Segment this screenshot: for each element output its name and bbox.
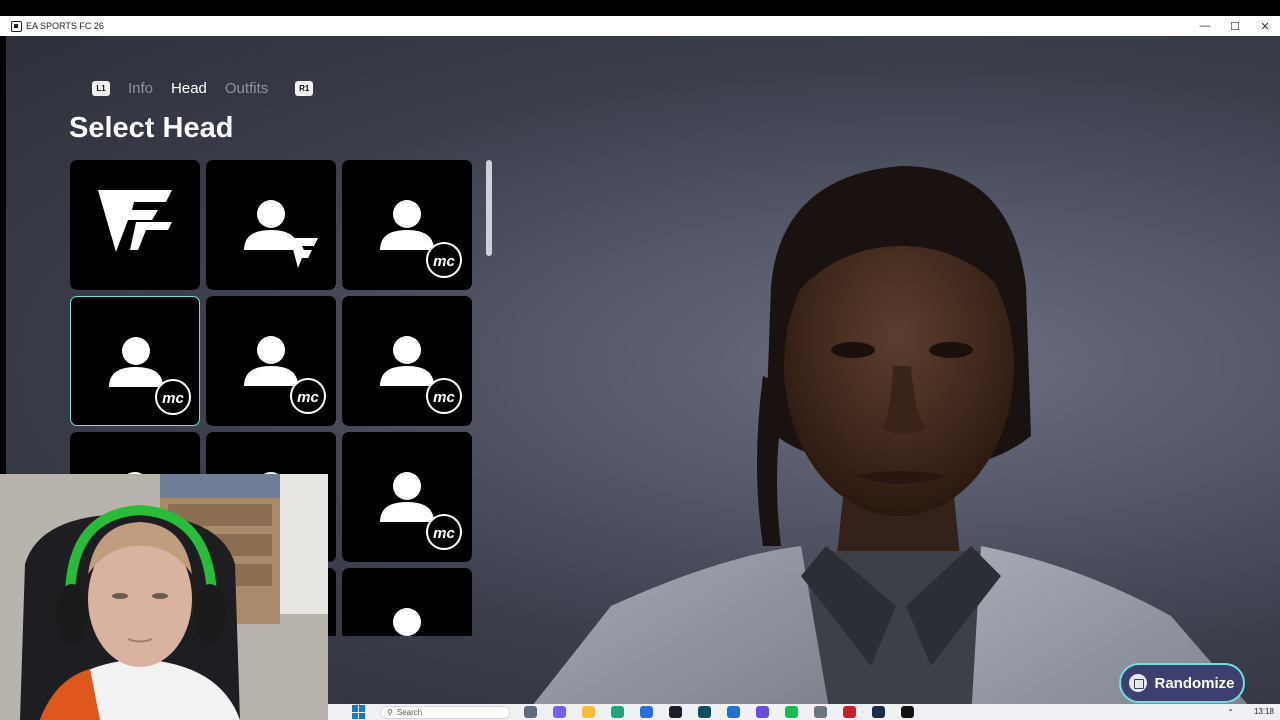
r1-button-hint[interactable]: R1 [295, 81, 314, 96]
head-tile-person-mc-selected[interactable]: mc [70, 296, 200, 426]
system-tray: ⌃ 13:18 [1227, 704, 1274, 720]
svg-text:mc: mc [162, 390, 184, 407]
svg-text:mc: mc [297, 389, 319, 406]
grid-scrollbar[interactable] [486, 160, 492, 256]
fc-logo-icon [98, 190, 172, 252]
minimize-button[interactable]: — [1190, 16, 1220, 36]
tray-chevron-icon[interactable]: ⌃ [1227, 708, 1234, 717]
steam-icon[interactable] [872, 706, 885, 718]
person-icon: mc [244, 336, 326, 414]
tab-outfits[interactable]: Outfits [225, 80, 268, 97]
head-tile-person-mc[interactable]: mc [342, 296, 472, 426]
tab-head[interactable]: Head [171, 80, 207, 97]
task-view-icon[interactable] [524, 706, 537, 718]
app-icon-teal[interactable] [698, 706, 711, 718]
person-icon: mc [380, 200, 462, 278]
ea-app-icon[interactable] [901, 706, 914, 718]
head-tile-person-mc[interactable]: mc [342, 432, 472, 562]
l1-button-hint[interactable]: L1 [92, 81, 110, 96]
person-icon: mc [109, 337, 191, 415]
head-tile-person-mc[interactable]: mc [206, 296, 336, 426]
head-tile-fc-logo[interactable] [70, 160, 200, 290]
window-title-bar[interactable]: EA SPORTS FC 26 — ☐ ✕ [0, 16, 1280, 36]
copilot-icon[interactable] [553, 706, 566, 718]
page-title: Select Head [69, 112, 234, 144]
player-character-preview [521, 166, 1261, 720]
head-tile-person-mc[interactable]: mc [342, 160, 472, 290]
person-icon: mc [380, 336, 462, 414]
svg-text:mc: mc [433, 525, 455, 542]
person-icon [244, 200, 318, 268]
windows-start-icon[interactable] [352, 705, 366, 719]
window-title: EA SPORTS FC 26 [26, 21, 104, 31]
edge-icon[interactable] [611, 706, 624, 718]
windows-taskbar: ⚲ Search ⌃ 13:18 [328, 704, 1280, 720]
svg-text:mc: mc [433, 389, 455, 406]
store-icon[interactable] [640, 706, 653, 718]
taskbar-clock[interactable]: 13:18 [1254, 708, 1274, 716]
tab-info[interactable]: Info [128, 80, 153, 97]
close-button[interactable]: ✕ [1250, 16, 1280, 36]
top-strip [0, 0, 1280, 16]
media-app-icon[interactable] [843, 706, 856, 718]
tab-bar: L1 Info Head Outfits R1 [92, 80, 314, 97]
dropbox-icon[interactable] [669, 706, 682, 718]
settings-gear-icon[interactable] [814, 706, 827, 718]
square-button-icon [1129, 674, 1148, 692]
app-icon-blue[interactable] [727, 706, 740, 718]
spotify-icon[interactable] [785, 706, 798, 718]
app-icon [11, 20, 22, 32]
person-icon: mc [393, 608, 421, 636]
taskbar-search-placeholder: Search [396, 707, 423, 717]
webcam-overlay [0, 474, 328, 720]
taskbar-search-box[interactable]: ⚲ Search [380, 705, 510, 719]
discord-icon[interactable] [756, 706, 769, 718]
head-tile-person-mc[interactable]: mc [342, 568, 472, 636]
file-explorer-icon[interactable] [582, 706, 595, 718]
maximize-button[interactable]: ☐ [1220, 16, 1250, 36]
randomize-button[interactable]: Randomize [1119, 663, 1245, 703]
search-icon: ⚲ [387, 707, 393, 717]
svg-text:mc: mc [433, 253, 455, 270]
head-tile-person-fc[interactable] [206, 160, 336, 290]
person-icon: mc [380, 472, 462, 550]
randomize-label: Randomize [1154, 674, 1235, 692]
